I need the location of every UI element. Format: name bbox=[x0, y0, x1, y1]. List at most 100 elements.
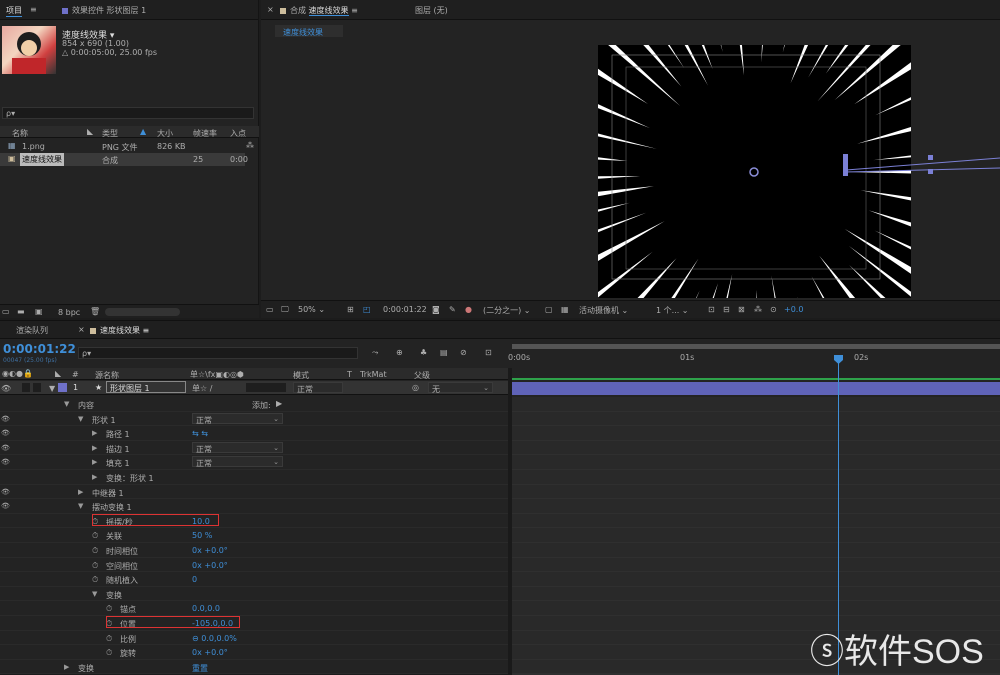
property-track[interactable] bbox=[512, 426, 1000, 441]
snapshot-icon[interactable]: ◙ bbox=[432, 305, 440, 314]
collapse-triangle-icon[interactable]: ▼ bbox=[78, 502, 83, 510]
stopwatch-icon[interactable]: ⏱ bbox=[106, 648, 112, 658]
project-item-comp[interactable]: ▣ 速度线效果 合成 25 0:00 bbox=[0, 153, 248, 166]
pickwhip-icon[interactable]: ◎ bbox=[412, 383, 419, 392]
col-in[interactable]: 入点 bbox=[230, 128, 246, 139]
timeline-search-input[interactable]: ρ▾ bbox=[78, 347, 358, 359]
property-value[interactable]: 0x +0.0° bbox=[192, 546, 228, 555]
property-row[interactable]: 👁 ▶ 中继器 1 bbox=[0, 485, 508, 500]
property-track[interactable] bbox=[512, 601, 1000, 616]
region-icon[interactable]: ▢ bbox=[545, 305, 553, 314]
tab-project[interactable]: 项目 bbox=[6, 5, 22, 17]
property-value[interactable]: 重置 bbox=[192, 663, 208, 674]
collapse-triangle-icon[interactable]: ▼ bbox=[78, 415, 83, 423]
property-track[interactable] bbox=[512, 440, 1000, 456]
expand-triangle-icon[interactable]: ▶ bbox=[92, 444, 97, 452]
resolution-dropdown[interactable]: (二分之一) ⌄ bbox=[483, 305, 531, 316]
tab-render-queue[interactable]: 渲染队列 bbox=[16, 325, 48, 336]
visibility-eye-icon[interactable]: 👁 bbox=[1, 444, 10, 452]
new-comp-icon[interactable]: ▣ bbox=[35, 307, 43, 316]
layer-duration-bar[interactable] bbox=[512, 382, 1000, 395]
motion-path[interactable] bbox=[841, 150, 1000, 180]
trash-icon[interactable]: 🗑 bbox=[90, 307, 100, 316]
property-row[interactable]: ⏱ 锚点 0.0,0.0 bbox=[0, 601, 508, 616]
layer-row[interactable]: 👁 ▼ 1 ★ 形状图层 1 单☆ / 正常 ◎ 无 ⌄ bbox=[0, 381, 508, 395]
layer-mode-dropdown[interactable]: 正常 bbox=[293, 382, 343, 394]
property-row[interactable]: 👁 ▶ 路径 1 ⇆ ⇆ bbox=[0, 426, 508, 441]
interpret-icon[interactable]: ▭ bbox=[2, 307, 10, 316]
project-item-png[interactable]: ▦ 1.png PNG 文件 826 KB ⁂ bbox=[0, 140, 259, 153]
col-name[interactable]: 名称 bbox=[12, 128, 28, 139]
property-track[interactable] bbox=[512, 470, 1000, 485]
show-snapshot-icon[interactable]: ✎ bbox=[449, 305, 456, 314]
new-folder-icon[interactable]: ▬ bbox=[17, 307, 25, 316]
solo-box[interactable] bbox=[22, 383, 30, 392]
mask-icon[interactable]: ◰ bbox=[363, 305, 371, 314]
stopwatch-icon[interactable]: ⏱ bbox=[92, 561, 98, 571]
property-row[interactable]: ▶ 变换：形状 1 bbox=[0, 470, 508, 485]
tab-effect-controls[interactable]: 效果控件 形状图层 1 bbox=[62, 5, 146, 16]
path-direction-icon[interactable]: ⇆ ⇆ bbox=[192, 429, 208, 438]
stopwatch-icon[interactable]: ⏱ bbox=[92, 575, 98, 585]
property-value[interactable]: 0x +0.0° bbox=[192, 561, 228, 570]
stopwatch-icon[interactable]: ⏱ bbox=[106, 634, 112, 644]
expand-triangle-icon[interactable]: ▶ bbox=[64, 663, 69, 671]
motion-blur-icon[interactable]: ⊘ bbox=[460, 348, 467, 357]
property-row[interactable]: ⏱ 关联 50 % bbox=[0, 528, 508, 543]
property-row[interactable]: ⏱ 随机植入 0 bbox=[0, 572, 508, 587]
property-value[interactable]: 50 % bbox=[192, 531, 212, 540]
work-area-bar[interactable] bbox=[512, 344, 1000, 349]
property-track[interactable] bbox=[512, 397, 1000, 412]
display-icon[interactable]: 🖵 bbox=[281, 305, 289, 315]
expand-triangle-icon[interactable]: ▶ bbox=[92, 473, 97, 481]
grid-icon[interactable]: ⊞ bbox=[347, 305, 354, 314]
views-dropdown[interactable]: 1 个... ⌄ bbox=[656, 305, 689, 316]
property-row[interactable]: ⏱ 位置 -105.0,0.0 bbox=[0, 616, 508, 631]
tab-menu-icon[interactable]: ≡ bbox=[143, 326, 150, 335]
property-track[interactable] bbox=[512, 586, 1000, 602]
property-track[interactable] bbox=[512, 455, 1000, 470]
property-row[interactable]: 👁 ▶ 填充 1 正常 ⌄ bbox=[0, 455, 508, 470]
property-row[interactable]: ▶ 变换 重置 bbox=[0, 660, 508, 675]
timeline-icon[interactable]: ⊠ bbox=[738, 305, 745, 314]
visibility-eye-icon[interactable]: 👁 bbox=[1, 502, 10, 510]
property-row[interactable]: ⏱ 时间相位 0x +0.0° bbox=[0, 543, 508, 558]
viewer-timecode[interactable]: 0:00:01:22 bbox=[383, 305, 427, 314]
bpc-toggle[interactable]: 8 bpc bbox=[58, 308, 80, 317]
fast-preview-icon[interactable]: ⊟ bbox=[723, 305, 730, 314]
lock-box[interactable] bbox=[33, 383, 41, 392]
shy-icon[interactable]: ♣ bbox=[420, 348, 427, 357]
collapse-triangle-icon[interactable]: ▼ bbox=[92, 590, 97, 598]
col-type[interactable]: 类型 bbox=[102, 128, 118, 139]
flowchart-icon[interactable]: ⁂ bbox=[754, 305, 762, 314]
tab-composition[interactable]: 合成 速度线效果 ≡ bbox=[280, 5, 358, 16]
property-value[interactable]: 0x +0.0° bbox=[192, 648, 228, 657]
monitor-icon[interactable]: ▭ bbox=[266, 305, 274, 314]
close-icon[interactable]: × bbox=[78, 325, 85, 334]
property-track[interactable] bbox=[512, 513, 1000, 529]
anchor-point[interactable] bbox=[749, 167, 759, 177]
tab-menu-icon[interactable]: ≡ bbox=[30, 5, 37, 14]
visibility-eye-icon[interactable]: 👁 bbox=[1, 458, 10, 466]
path-vertex[interactable] bbox=[928, 169, 933, 174]
frame-blend-icon[interactable]: ▤ bbox=[440, 348, 448, 357]
transparency-icon[interactable]: ▦ bbox=[561, 305, 569, 314]
layer-name[interactable]: 形状图层 1 bbox=[106, 381, 186, 393]
visibility-eye-icon[interactable]: 👁 bbox=[1, 384, 11, 393]
reset-exposure-icon[interactable]: ⊙ bbox=[770, 305, 777, 314]
expand-triangle-icon[interactable]: ▶ bbox=[78, 488, 83, 496]
exposure-value[interactable]: +0.0 bbox=[784, 305, 803, 314]
time-ruler[interactable]: 0:00s 01s 02s bbox=[508, 343, 1000, 367]
camera-dropdown[interactable]: 活动摄像机 ⌄ bbox=[579, 305, 628, 316]
collapse-triangle[interactable]: ▼ bbox=[49, 384, 55, 393]
property-value[interactable]: ⊖ 0.0,0.0% bbox=[192, 634, 237, 643]
property-row[interactable]: 👁 ▼ 摆动变换 1 bbox=[0, 499, 508, 514]
property-track[interactable] bbox=[512, 528, 1000, 543]
col-fps[interactable]: 帧速率 bbox=[193, 128, 217, 139]
property-row[interactable]: ⏱ 旋转 0x +0.0° bbox=[0, 645, 508, 660]
parent-dropdown[interactable]: 无 ⌄ bbox=[428, 382, 493, 394]
property-track[interactable] bbox=[512, 499, 1000, 514]
stopwatch-icon[interactable]: ⏱ bbox=[106, 604, 112, 614]
property-row[interactable]: ⏱ 摇摆/秒 10.0 bbox=[0, 513, 508, 529]
stopwatch-icon[interactable]: ⏱ bbox=[92, 531, 98, 541]
